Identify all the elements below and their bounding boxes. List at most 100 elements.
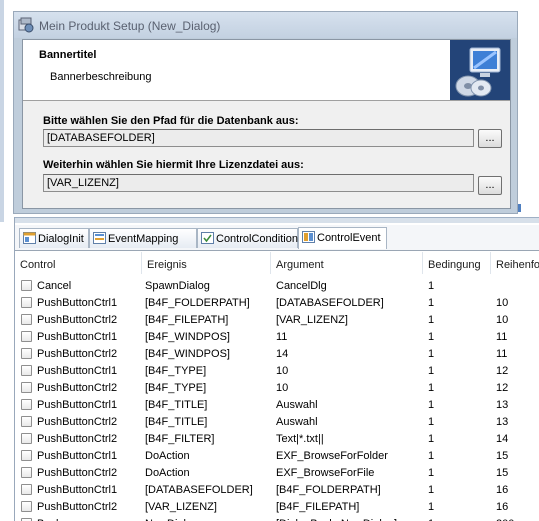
row-checkbox[interactable]: [21, 280, 32, 291]
table-row[interactable]: PushButtonCtrl1 [B4F_FOLDERPATH] [DATABASE…: [15, 295, 539, 311]
cell-reihenfolge[interactable]: 10: [496, 295, 508, 311]
row-checkbox[interactable]: [21, 399, 32, 410]
tab-dialoginit[interactable]: DialogInit: [19, 228, 89, 248]
row-checkbox[interactable]: [21, 382, 32, 393]
cell-bedingung[interactable]: 1: [428, 329, 434, 345]
cell-bedingung[interactable]: 1: [428, 448, 434, 464]
table-row[interactable]: PushButtonCtrl2 [B4F_TITLE] Auswahl 1 13: [15, 414, 539, 430]
column-header-ereignis[interactable]: Ereignis: [142, 252, 271, 274]
cell-control[interactable]: PushButtonCtrl1: [37, 448, 117, 464]
table-row[interactable]: PushButtonCtrl2 DoAction EXF_BrowseForFile…: [15, 465, 539, 481]
cell-reihenfolge[interactable]: 14: [496, 431, 508, 447]
cell-bedingung[interactable]: 1: [428, 397, 434, 413]
cell-ereignis[interactable]: DoAction: [145, 465, 190, 481]
row-checkbox[interactable]: [21, 416, 32, 427]
table-row[interactable]: Back NewDialog [DialogBack_NewDialog] 1 200: [15, 516, 539, 521]
cell-bedingung[interactable]: 1: [428, 465, 434, 481]
row-checkbox[interactable]: [21, 501, 32, 512]
table-row[interactable]: PushButtonCtrl2 [B4F_FILEPATH] [VAR_LIZENZ…: [15, 312, 539, 328]
cell-ereignis[interactable]: [B4F_TYPE]: [145, 363, 206, 379]
column-header-bedingung[interactable]: Bedingung: [423, 252, 491, 274]
row-checkbox[interactable]: [21, 297, 32, 308]
cell-control[interactable]: PushButtonCtrl2: [37, 380, 117, 396]
row-checkbox[interactable]: [21, 331, 32, 342]
cell-control[interactable]: PushButtonCtrl2: [37, 414, 117, 430]
column-header-reihenfolge[interactable]: Reihenfo: [491, 252, 539, 274]
cell-argument[interactable]: 11: [276, 329, 287, 345]
row-checkbox[interactable]: [21, 365, 32, 376]
cell-ereignis[interactable]: [B4F_WINDPOS]: [145, 329, 230, 345]
cell-argument[interactable]: [DATABASEFOLDER]: [276, 295, 384, 311]
cell-bedingung[interactable]: 1: [428, 312, 434, 328]
cell-argument[interactable]: [B4F_FOLDERPATH]: [276, 482, 381, 498]
cell-reihenfolge[interactable]: 10: [496, 312, 508, 328]
cell-control[interactable]: PushButtonCtrl2: [37, 431, 117, 447]
cell-reihenfolge[interactable]: 13: [496, 414, 508, 430]
cell-ereignis[interactable]: [B4F_FOLDERPATH]: [145, 295, 250, 311]
cell-argument[interactable]: [B4F_FILEPATH]: [276, 499, 359, 515]
cell-control[interactable]: PushButtonCtrl1: [37, 363, 117, 379]
cell-reihenfolge[interactable]: 13: [496, 397, 508, 413]
cell-reihenfolge[interactable]: 12: [496, 380, 508, 396]
cell-ereignis[interactable]: SpawnDialog: [145, 278, 210, 294]
cell-bedingung[interactable]: 1: [428, 499, 434, 515]
table-row[interactable]: PushButtonCtrl1 DoAction EXF_BrowseForFold…: [15, 448, 539, 464]
cell-argument[interactable]: [DialogBack_NewDialog]: [276, 516, 397, 521]
table-row[interactable]: Cancel SpawnDialog CancelDlg 1: [15, 278, 539, 294]
cell-reihenfolge[interactable]: 200: [496, 516, 514, 521]
database-path-field[interactable]: [DATABASEFOLDER]: [43, 129, 474, 147]
cell-argument[interactable]: Auswahl: [276, 397, 318, 413]
editor-splitter[interactable]: [15, 217, 539, 223]
row-checkbox[interactable]: [21, 433, 32, 444]
cell-bedingung[interactable]: 1: [428, 380, 434, 396]
table-row[interactable]: PushButtonCtrl2 [B4F_FILTER] Text|*.txt|| 1…: [15, 431, 539, 447]
cell-bedingung[interactable]: 1: [428, 482, 434, 498]
cell-reihenfolge[interactable]: 15: [496, 465, 508, 481]
tab-controlcondition[interactable]: ControlCondition: [197, 228, 298, 248]
cell-control[interactable]: PushButtonCtrl1: [37, 295, 117, 311]
cell-argument[interactable]: Text|*.txt||: [276, 431, 324, 447]
cell-ereignis[interactable]: [B4F_WINDPOS]: [145, 346, 230, 362]
cell-ereignis[interactable]: [B4F_FILEPATH]: [145, 312, 228, 328]
row-checkbox[interactable]: [21, 450, 32, 461]
tab-controlevent[interactable]: ControlEvent: [298, 227, 387, 249]
table-row[interactable]: PushButtonCtrl1 [B4F_TYPE] 10 1 12: [15, 363, 539, 379]
cell-argument[interactable]: 10: [276, 363, 288, 379]
license-file-field[interactable]: [VAR_LIZENZ]: [43, 174, 474, 192]
tab-eventmapping[interactable]: EventMapping: [89, 228, 197, 248]
cell-ereignis[interactable]: NewDialog: [145, 516, 198, 521]
cell-control[interactable]: PushButtonCtrl1: [37, 397, 117, 413]
cell-ereignis[interactable]: [B4F_FILTER]: [145, 431, 214, 447]
cell-control[interactable]: PushButtonCtrl1: [37, 482, 117, 498]
cell-bedingung[interactable]: 1: [428, 363, 434, 379]
cell-ereignis[interactable]: [DATABASEFOLDER]: [145, 482, 253, 498]
cell-reihenfolge[interactable]: 12: [496, 363, 508, 379]
table-row[interactable]: PushButtonCtrl2 [B4F_TYPE] 10 1 12: [15, 380, 539, 396]
row-checkbox[interactable]: [21, 314, 32, 325]
cell-argument[interactable]: EXF_BrowseForFile: [276, 465, 374, 481]
cell-argument[interactable]: 14: [276, 346, 288, 362]
cell-control[interactable]: PushButtonCtrl1: [37, 329, 117, 345]
cell-control[interactable]: Back: [37, 516, 61, 521]
cell-ereignis[interactable]: [B4F_TYPE]: [145, 380, 206, 396]
cell-ereignis[interactable]: [B4F_TITLE]: [145, 414, 207, 430]
cell-bedingung[interactable]: 1: [428, 346, 434, 362]
table-row[interactable]: PushButtonCtrl1 [B4F_WINDPOS] 11 1 11: [15, 329, 539, 345]
cell-control[interactable]: PushButtonCtrl2: [37, 499, 117, 515]
license-browse-button[interactable]: ...: [478, 176, 502, 195]
cell-argument[interactable]: CancelDlg: [276, 278, 327, 294]
cell-bedingung[interactable]: 1: [428, 414, 434, 430]
row-checkbox[interactable]: [21, 467, 32, 478]
cell-argument[interactable]: EXF_BrowseForFolder: [276, 448, 388, 464]
database-browse-button[interactable]: ...: [478, 129, 502, 148]
cell-control[interactable]: Cancel: [37, 278, 71, 294]
cell-bedingung[interactable]: 1: [428, 516, 434, 521]
cell-bedingung[interactable]: 1: [428, 295, 434, 311]
cell-bedingung[interactable]: 1: [428, 431, 434, 447]
dialog-preview-window[interactable]: Mein Produkt Setup (New_Dialog) Bannerti…: [13, 11, 518, 214]
cell-reihenfolge[interactable]: 11: [496, 346, 507, 362]
cell-ereignis[interactable]: DoAction: [145, 448, 190, 464]
cell-control[interactable]: PushButtonCtrl2: [37, 465, 117, 481]
column-header-argument[interactable]: Argument: [271, 252, 423, 274]
table-row[interactable]: PushButtonCtrl1 [DATABASEFOLDER] [B4F_FOLD…: [15, 482, 539, 498]
